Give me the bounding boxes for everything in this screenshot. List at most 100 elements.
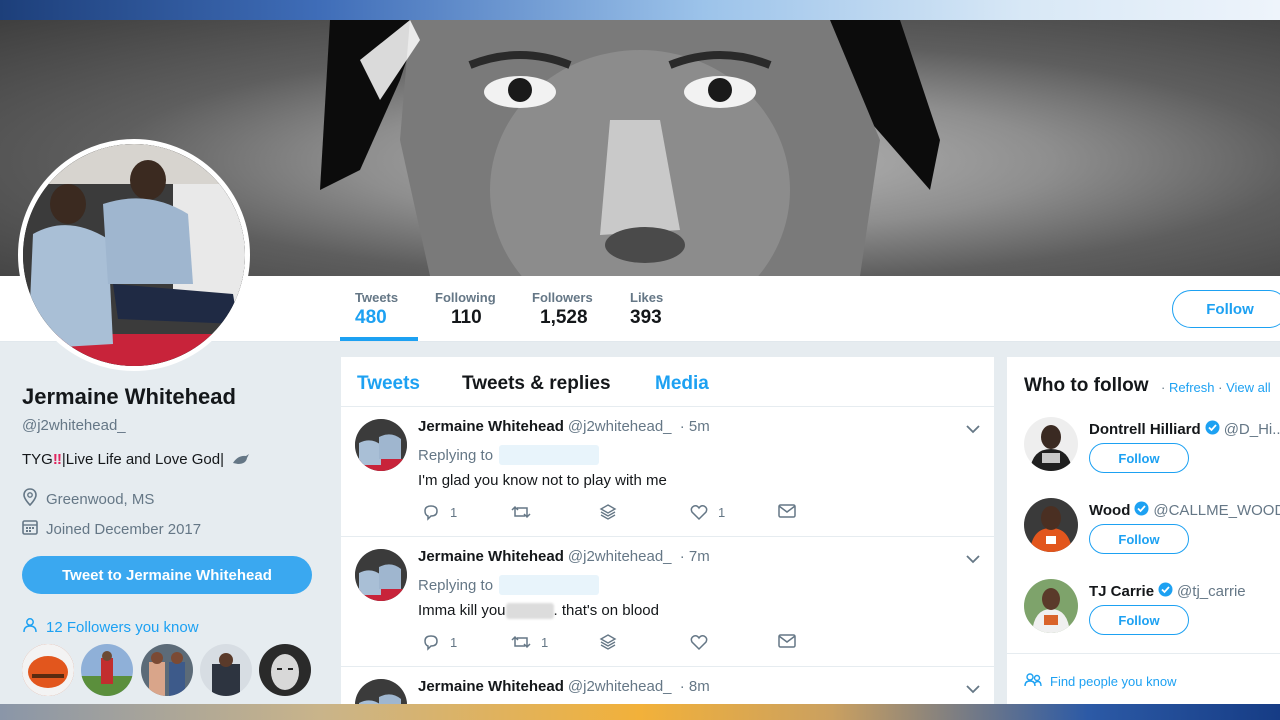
retweet-count: 1: [541, 634, 549, 650]
stat-tweets-value: 480: [355, 307, 387, 328]
verified-badge-icon: [1205, 420, 1220, 439]
known-follower-avatar[interactable]: [81, 644, 133, 696]
tweet-author[interactable]: Jermaine Whitehead @j2whitehead_ · 7m: [418, 548, 710, 565]
dolphin-icon: [232, 453, 250, 467]
stack-button[interactable]: [599, 633, 617, 651]
reply-button[interactable]: 1: [422, 503, 457, 521]
broadcast-bottom-strip: [0, 704, 1280, 720]
refresh-link[interactable]: Refresh: [1169, 380, 1215, 395]
tweet-avatar[interactable]: [355, 419, 407, 471]
known-follower-avatar[interactable]: [141, 644, 193, 696]
separator-dot: ·: [1218, 380, 1223, 395]
suggestion-handle: @CALLME_WOOD: [1153, 502, 1280, 519]
profile-name[interactable]: Jermaine Whitehead: [22, 384, 236, 410]
stat-tweets[interactable]: Tweets 480: [355, 290, 398, 329]
suggestion-avatar[interactable]: [1024, 579, 1078, 633]
known-follower-avatar[interactable]: [200, 644, 252, 696]
suggestion-follow-button[interactable]: Follow: [1089, 524, 1189, 554]
tab-tweets[interactable]: Tweets: [357, 373, 420, 395]
divider: [1007, 653, 1280, 654]
known-follower-avatar[interactable]: [259, 644, 311, 696]
tab-media[interactable]: Media: [655, 373, 709, 395]
redacted-word: [505, 603, 554, 620]
suggestion-name[interactable]: TJ Carrie @tj_carrie: [1089, 582, 1246, 601]
stat-likes-value: 393: [630, 307, 662, 328]
like-count: 1: [718, 504, 726, 520]
suggestion-name[interactable]: Wood @CALLME_WOOD: [1089, 501, 1280, 520]
reply-icon: [424, 635, 438, 651]
verified-badge-icon: [1158, 582, 1173, 601]
suggestion-follow-button[interactable]: Follow: [1089, 443, 1189, 473]
tweet[interactable]: Jermaine Whitehead @j2whitehead_ · 8m: [341, 667, 994, 720]
suggestion-display-name: TJ Carrie: [1089, 583, 1155, 600]
chevron-down-icon[interactable]: [966, 421, 980, 439]
replying-to-label: Replying to: [418, 576, 494, 594]
avatar-photo: [23, 144, 245, 366]
suggestion-avatar[interactable]: [1024, 498, 1078, 552]
tweet-time[interactable]: · 8m: [680, 678, 710, 695]
profile-handle[interactable]: @j2whitehead_: [22, 417, 126, 434]
suggestion-handle: @D_Hi...: [1223, 421, 1280, 438]
suggestion-avatar[interactable]: [1024, 417, 1078, 471]
retweet-button[interactable]: 1: [511, 633, 548, 651]
layers-icon: [599, 634, 617, 650]
location-text: Greenwood, MS: [46, 490, 155, 508]
who-to-follow-title: Who to follow: [1024, 375, 1149, 396]
suggestion-name[interactable]: Dontrell Hilliard @D_Hi...: [1089, 420, 1280, 439]
profile-avatar[interactable]: [18, 139, 250, 371]
stat-tweets-label: Tweets: [355, 290, 399, 305]
view-all-link[interactable]: View all: [1226, 380, 1271, 395]
replying-to: Replying to: [418, 445, 600, 465]
like-button[interactable]: [690, 633, 718, 651]
tab-tweets-replies[interactable]: Tweets & replies: [462, 373, 611, 395]
tweet[interactable]: Jermaine Whitehead @j2whitehead_ · 5m Rep…: [341, 407, 994, 537]
verified-badge-icon: [1134, 501, 1149, 520]
calendar-icon: [22, 519, 38, 539]
tweet-actions: 1 1: [418, 633, 798, 657]
dm-button[interactable]: [778, 633, 796, 649]
find-people-link[interactable]: Find people you know: [1024, 673, 1176, 690]
chevron-down-icon[interactable]: [966, 551, 980, 569]
chevron-down-icon[interactable]: [966, 681, 980, 699]
find-people-text: Find people you know: [1050, 674, 1177, 689]
who-to-follow-links: · Refresh · View all: [1161, 380, 1271, 395]
dm-button[interactable]: [778, 503, 796, 519]
tweet-time[interactable]: · 7m: [680, 548, 710, 565]
profile-joined: Joined December 2017: [22, 519, 201, 539]
timeline-tabs: Tweets Tweets & replies Media: [341, 357, 994, 407]
suggestion-display-name: Wood: [1089, 502, 1131, 519]
followers-you-know-link[interactable]: 12 Followers you know: [22, 617, 199, 637]
follow-button[interactable]: Follow: [1172, 290, 1280, 328]
heart-icon: [690, 635, 708, 651]
tweet-author-name: Jermaine Whitehead: [418, 418, 564, 435]
bio-text: |Live Life and Love God|: [61, 451, 224, 468]
reply-button[interactable]: 1: [422, 633, 457, 651]
tweet-text: Imma kill you . that's on blood: [418, 602, 659, 620]
tweet-author-handle: @j2whitehead_: [567, 678, 672, 695]
stat-followers[interactable]: Followers 1,528: [532, 290, 593, 329]
like-button[interactable]: 1: [690, 503, 725, 521]
tweet-avatar[interactable]: [355, 549, 407, 601]
joined-text: Joined December 2017: [46, 520, 202, 538]
stat-likes[interactable]: Likes 393: [630, 290, 663, 329]
active-tab-indicator: [340, 337, 418, 341]
who-to-follow-panel: Who to follow · Refresh · View all Dontr…: [1007, 357, 1280, 704]
timeline: Tweets Tweets & replies Media Jermaine W…: [341, 357, 994, 720]
tweet-time[interactable]: · 5m: [680, 418, 710, 435]
suggestion-follow-button[interactable]: Follow: [1089, 605, 1189, 635]
stat-followers-value: 1,528: [540, 307, 588, 328]
stack-button[interactable]: [599, 503, 617, 521]
tweet[interactable]: Jermaine Whitehead @j2whitehead_ · 7m Rep…: [341, 537, 994, 667]
person-icon: [22, 617, 38, 637]
tweet-author[interactable]: Jermaine Whitehead @j2whitehead_ · 5m: [418, 418, 710, 435]
replying-to-label: Replying to: [418, 446, 494, 464]
reply-count: 1: [450, 504, 458, 520]
tweet-text: I'm glad you know not to play with me: [418, 472, 667, 489]
known-follower-avatar[interactable]: [22, 644, 74, 696]
tweet-to-button[interactable]: Tweet to Jermaine Whitehead: [22, 556, 312, 594]
tweet-actions: 1 1: [418, 503, 798, 527]
retweet-button[interactable]: [511, 503, 541, 521]
tweet-author[interactable]: Jermaine Whitehead @j2whitehead_ · 8m: [418, 678, 710, 695]
layers-icon: [599, 504, 617, 520]
stat-following[interactable]: Following 110: [435, 290, 496, 329]
